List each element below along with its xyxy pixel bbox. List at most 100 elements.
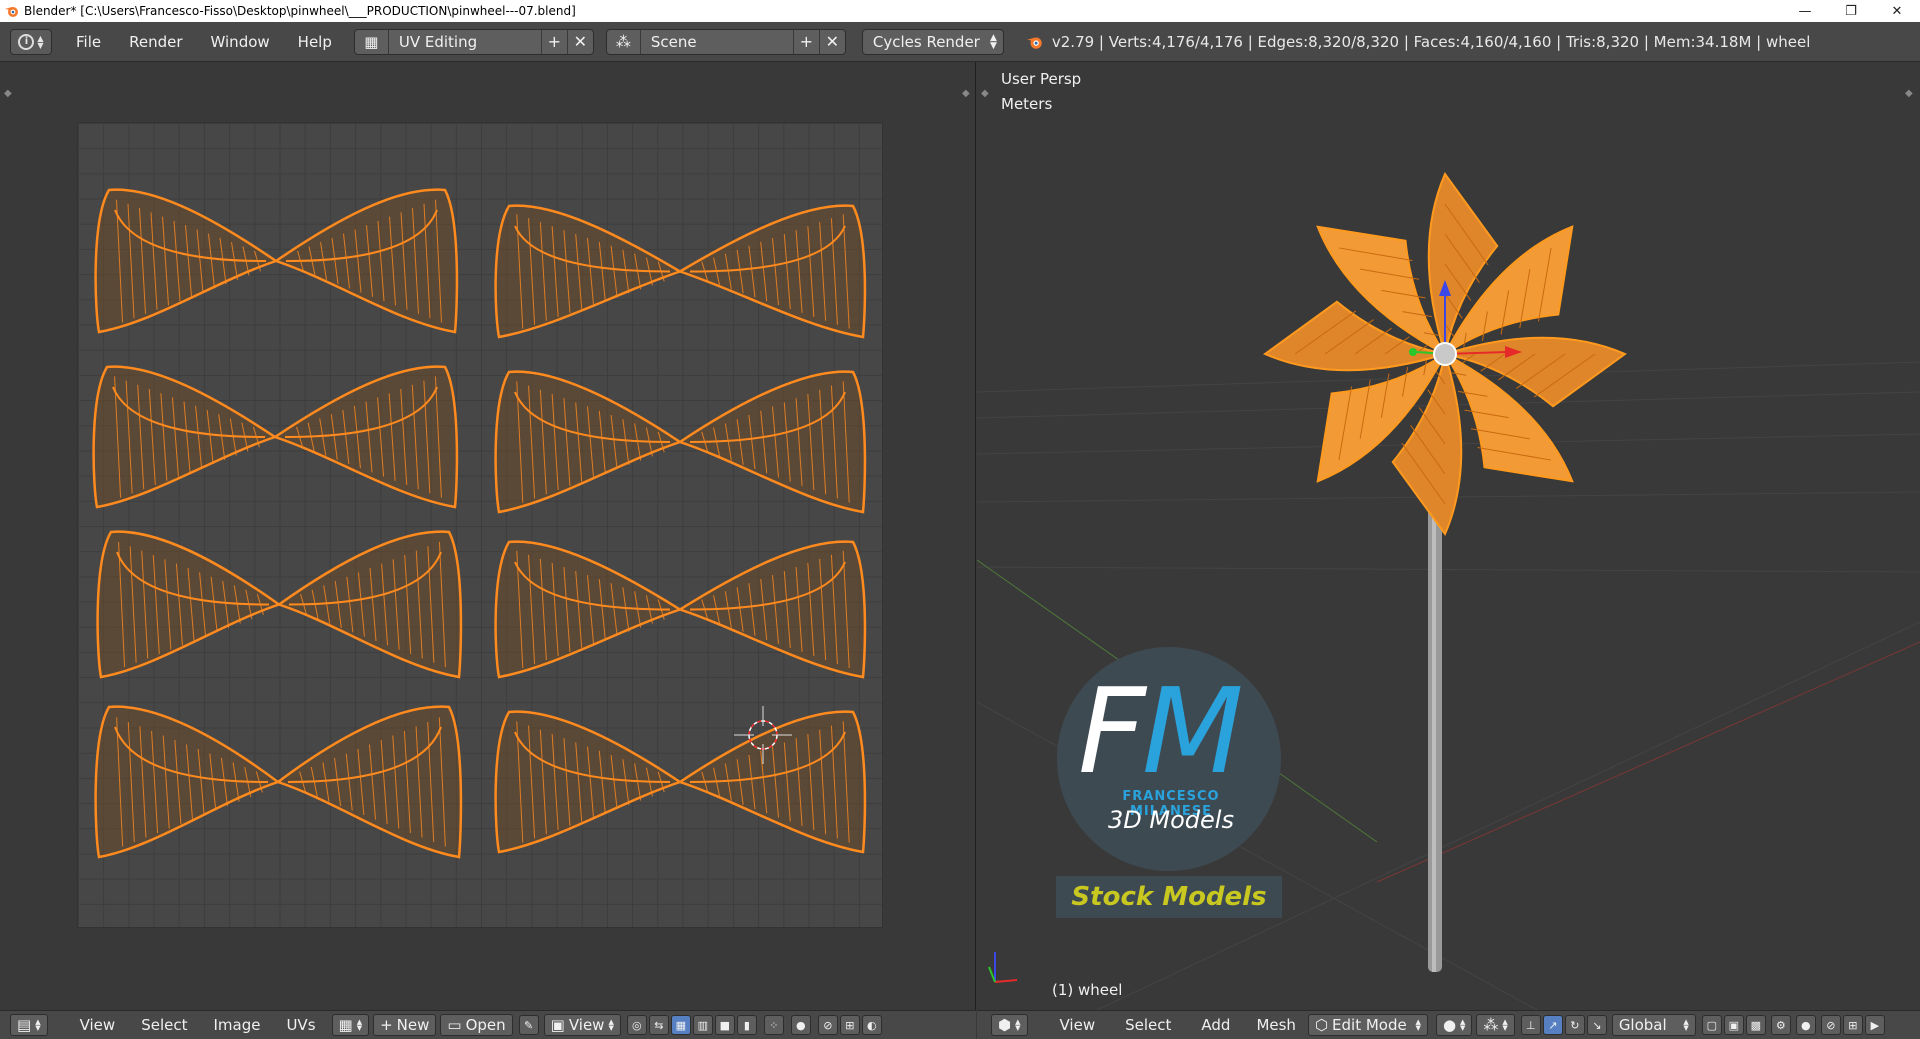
image-browse-icon: ▦: [338, 1016, 353, 1034]
face-select-icon[interactable]: ■: [714, 1015, 735, 1035]
uv-island[interactable]: [94, 188, 459, 334]
3d-menu-add[interactable]: Add: [1191, 1016, 1240, 1034]
shading-dropdown[interactable]: ● ▲ ▼: [1435, 1014, 1473, 1036]
layer-icon[interactable]: ▢: [1701, 1015, 1722, 1035]
snap-icon[interactable]: ⊘: [817, 1015, 838, 1035]
editor-type-3d-button[interactable]: ⬢ ▲ ▼: [991, 1014, 1028, 1036]
scene-name[interactable]: Scene: [641, 33, 793, 51]
add-layout-icon[interactable]: +: [540, 29, 567, 54]
menu-render[interactable]: Render: [115, 22, 196, 62]
face-mode-icon[interactable]: ▩: [1745, 1015, 1766, 1035]
y-gizmo-handle[interactable]: [1409, 348, 1417, 356]
fm-letter-m: M: [1141, 662, 1244, 800]
vertex-select-icon[interactable]: ▦: [670, 1015, 691, 1035]
uv-island[interactable]: [494, 540, 867, 679]
uv-island[interactable]: [494, 370, 867, 514]
screen-layout-field[interactable]: ▦ UV Editing + ✕: [353, 28, 594, 55]
scene-statistics: v2.79 | Verts:4,176/4,176 | Edges:8,320/…: [1026, 32, 1811, 51]
occlude-icon[interactable]: ⚙: [1770, 1015, 1791, 1035]
new-image-label[interactable]: New: [397, 1016, 430, 1034]
minimize-button[interactable]: —: [1782, 0, 1828, 22]
x-axis-line: [1376, 641, 1920, 883]
uv-menu-image[interactable]: Image: [203, 1016, 270, 1034]
menu-file[interactable]: File: [62, 22, 115, 62]
3d-menu-view[interactable]: View: [1050, 1016, 1106, 1034]
uv-island[interactable]: [94, 705, 463, 859]
pivot-icon[interactable]: ◎: [626, 1015, 647, 1035]
chevron-updown-icon: ▲ ▼: [35, 1018, 41, 1032]
orientation-label[interactable]: Global: [1619, 1016, 1667, 1034]
uv-view-dropdown[interactable]: ▣ View ▲ ▼: [543, 1014, 621, 1036]
pin-icon[interactable]: ✎: [518, 1015, 539, 1035]
2d-cursor-icon[interactable]: [728, 700, 798, 770]
proportional-3d-icon[interactable]: ●: [1795, 1015, 1816, 1035]
island-select-icon[interactable]: ▮: [736, 1015, 757, 1035]
object-origin-icon[interactable]: [1433, 342, 1457, 366]
blender-logo-icon: [1027, 37, 1042, 49]
scene-icon[interactable]: ⁂: [607, 29, 641, 54]
uv-island[interactable]: [92, 365, 459, 509]
mode-label[interactable]: Edit Mode: [1332, 1016, 1407, 1034]
uv-islands[interactable]: [77, 122, 883, 928]
uv-image-editor[interactable]: ◆ ◆: [0, 62, 976, 1010]
vertex-mode-icon[interactable]: ▣: [1723, 1015, 1744, 1035]
close-button[interactable]: ✕: [1874, 0, 1920, 22]
manipulator-icon[interactable]: ⊥: [1520, 1015, 1541, 1035]
layout-grid-icon[interactable]: ▦: [355, 29, 389, 54]
scale-manipulator-icon[interactable]: ↘: [1586, 1015, 1607, 1035]
pivot-dropdown[interactable]: ⁂ ▲ ▼: [1476, 1014, 1515, 1036]
chevron-updown-icon: ▲ ▼: [1415, 1018, 1421, 1032]
editor-type-image-button[interactable]: ▤ ▲ ▼: [10, 1014, 48, 1036]
area-corner-icon[interactable]: ◆: [962, 88, 970, 99]
solid-shading-icon: ●: [1442, 1016, 1457, 1034]
sticky-mode-icon[interactable]: ⁘: [763, 1015, 784, 1035]
chevron-updown-icon: ▲ ▼: [608, 1018, 614, 1032]
3d-menu-select[interactable]: Select: [1115, 1016, 1181, 1034]
3d-menu-mesh[interactable]: Mesh: [1246, 1016, 1306, 1034]
snap-3d-icon[interactable]: ⊘: [1820, 1015, 1841, 1035]
viewport-scene[interactable]: [977, 62, 1920, 1010]
info-icon: i: [18, 33, 35, 50]
screen-layout-name[interactable]: UV Editing: [389, 33, 541, 51]
editor-type-info-button[interactable]: i ▲ ▼: [10, 28, 52, 55]
restore-button[interactable]: ❐: [1828, 0, 1874, 22]
uv-menu-uvs[interactable]: UVs: [276, 1016, 325, 1034]
uv-island[interactable]: [494, 710, 867, 854]
uv-view-label[interactable]: View: [569, 1016, 605, 1034]
orientation-dropdown[interactable]: Global ▲ ▼: [1611, 1014, 1696, 1036]
mini-axis-icon: [988, 952, 1018, 983]
3d-view-header: ⬢ ▲ ▼ View Select Add Mesh ⬡ Edit Mode ▲ ▼…: [977, 1010, 1920, 1039]
render-engine-dropdown[interactable]: Cycles Render ▲ ▼: [861, 28, 1004, 55]
translate-manipulator-icon[interactable]: ↗: [1542, 1015, 1563, 1035]
scene-field[interactable]: ⁂ Scene + ✕: [605, 28, 846, 55]
image-browse-button[interactable]: ▦ ▲ ▼: [331, 1014, 370, 1036]
new-image-button[interactable]: + New: [373, 1014, 437, 1036]
open-image-label[interactable]: Open: [466, 1016, 506, 1034]
blender-app-icon: [5, 7, 18, 17]
3d-viewport[interactable]: ◆ ◆ User Persp Meters (1) wheel FM FRANC…: [977, 62, 1920, 1010]
delete-layout-icon[interactable]: ✕: [566, 29, 593, 54]
uv-island[interactable]: [494, 204, 867, 339]
delete-scene-icon[interactable]: ✕: [818, 29, 845, 54]
snap-element-icon[interactable]: ⊞: [839, 1015, 860, 1035]
fm-logo-letters: FM: [1078, 672, 1244, 790]
proportional-edit-icon[interactable]: ●: [790, 1015, 811, 1035]
uv-extra-icon[interactable]: ◐: [861, 1015, 882, 1035]
menu-window[interactable]: Window: [197, 22, 284, 62]
edge-select-icon[interactable]: ▥: [692, 1015, 713, 1035]
stock-models-badge: Stock Models: [1056, 876, 1282, 918]
stats-text: v2.79 | Verts:4,176/4,176 | Edges:8,320/…: [1051, 32, 1811, 51]
sync-selection-icon[interactable]: ⇆: [648, 1015, 669, 1035]
uv-menu-view[interactable]: View: [70, 1016, 126, 1034]
uv-menu-select[interactable]: Select: [131, 1016, 197, 1034]
add-scene-icon[interactable]: +: [792, 29, 819, 54]
render-preview-icon[interactable]: ▶: [1864, 1015, 1885, 1035]
render-engine-label[interactable]: Cycles Render: [873, 33, 980, 51]
uv-island[interactable]: [96, 530, 463, 679]
mode-dropdown[interactable]: ⬡ Edit Mode ▲ ▼: [1307, 1014, 1428, 1036]
area-corner-icon[interactable]: ◆: [4, 88, 12, 99]
snap-target-icon[interactable]: ⊞: [1842, 1015, 1863, 1035]
rotate-manipulator-icon[interactable]: ↻: [1564, 1015, 1585, 1035]
menu-help[interactable]: Help: [284, 22, 346, 62]
open-image-button[interactable]: ▭ Open: [440, 1014, 513, 1036]
